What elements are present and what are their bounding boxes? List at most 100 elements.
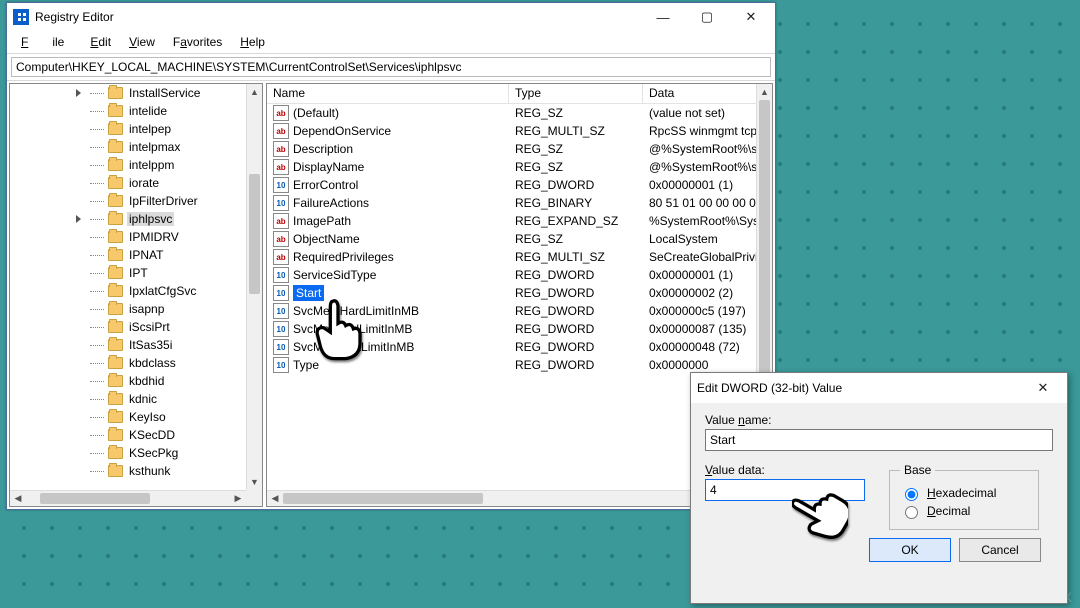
- dialog-close-button[interactable]: ✕: [1021, 374, 1065, 402]
- list-row[interactable]: RequiredPrivilegesREG_MULTI_SZSeCreateGl…: [267, 248, 756, 266]
- tree-horizontal-scrollbar[interactable]: ◀ ▶: [10, 490, 246, 506]
- column-type[interactable]: Type: [509, 84, 643, 103]
- menu-favorites[interactable]: Favorites: [165, 33, 230, 51]
- value-name: ErrorControl: [293, 178, 358, 192]
- list-row[interactable]: TypeREG_DWORD0x0000000: [267, 356, 756, 374]
- value-name: Type: [293, 358, 319, 372]
- tree-item[interactable]: IPNAT: [108, 246, 246, 264]
- edit-dword-dialog: Edit DWORD (32-bit) Value ✕ Value name: …: [690, 372, 1068, 604]
- tree-item[interactable]: kbdclass: [108, 354, 246, 372]
- tree-item[interactable]: IpxlatCfgSvc: [108, 282, 246, 300]
- folder-icon: [108, 303, 123, 315]
- list-row[interactable]: DependOnServiceREG_MULTI_SZRpcSS winmgmt…: [267, 122, 756, 140]
- radio-hexadecimal[interactable]: Hexadecimal: [900, 485, 1028, 501]
- close-button[interactable]: ✕: [729, 3, 773, 31]
- value-data: 0x00000002 (2): [643, 286, 756, 300]
- menu-file[interactable]: File: [13, 33, 80, 51]
- list-row[interactable]: SvcMemSoftLimitInMBREG_DWORD0x00000048 (…: [267, 338, 756, 356]
- tree-item[interactable]: iphlpsvc: [108, 210, 246, 228]
- list-horizontal-scrollbar[interactable]: ◀ ▶: [267, 490, 756, 506]
- folder-icon: [108, 195, 123, 207]
- value-data-label: Value data:: [705, 463, 865, 477]
- list-row[interactable]: ErrorControlREG_DWORD0x00000001 (1): [267, 176, 756, 194]
- scroll-right-icon[interactable]: ▶: [230, 491, 246, 506]
- tree-item[interactable]: KeyIso: [108, 408, 246, 426]
- list-row[interactable]: ObjectNameREG_SZLocalSystem: [267, 230, 756, 248]
- column-data[interactable]: Data: [643, 84, 772, 103]
- scroll-left-icon[interactable]: ◀: [267, 491, 283, 506]
- value-name-input[interactable]: [705, 429, 1053, 451]
- scroll-up-icon[interactable]: ▲: [757, 84, 772, 100]
- tree-item[interactable]: KSecDD: [108, 426, 246, 444]
- tree-item[interactable]: IpFilterDriver: [108, 192, 246, 210]
- folder-icon: [108, 285, 123, 297]
- radio-decimal[interactable]: Decimal: [900, 503, 1028, 519]
- list-row[interactable]: DescriptionREG_SZ@%SystemRoot%\sy: [267, 140, 756, 158]
- value-data: 0x00000001 (1): [643, 268, 756, 282]
- tree-item[interactable]: iScsiPrt: [108, 318, 246, 336]
- menu-edit[interactable]: Edit: [82, 33, 119, 51]
- string-icon: [273, 249, 289, 265]
- tree-item-label: InstallService: [127, 86, 202, 100]
- hex-radio-input[interactable]: [905, 488, 918, 501]
- tree-pane[interactable]: InstallServiceintelideintelpepintelpmaxi…: [9, 83, 263, 507]
- cancel-button[interactable]: Cancel: [959, 538, 1041, 562]
- tree-item[interactable]: ksthunk: [108, 462, 246, 480]
- tree-item[interactable]: kbdhid: [108, 372, 246, 390]
- scroll-up-icon[interactable]: ▲: [247, 84, 262, 100]
- scroll-left-icon[interactable]: ◀: [10, 491, 26, 506]
- base-legend: Base: [900, 463, 935, 477]
- folder-icon: [108, 231, 123, 243]
- tree-item[interactable]: intelppm: [108, 156, 246, 174]
- list-row[interactable]: DisplayNameREG_SZ@%SystemRoot%\sy: [267, 158, 756, 176]
- list-scrollbar-h-thumb[interactable]: [283, 493, 483, 504]
- value-data: 0x0000000: [643, 358, 756, 372]
- column-name[interactable]: Name: [267, 84, 509, 103]
- tree-item-label: iorate: [127, 176, 161, 190]
- value-data: RpcSS winmgmt tcpi: [643, 124, 756, 138]
- list-row[interactable]: SvcMemMidLimitInMBREG_DWORD0x00000087 (1…: [267, 320, 756, 338]
- dword-icon: [273, 267, 289, 283]
- tree-item[interactable]: intelpmax: [108, 138, 246, 156]
- scroll-down-icon[interactable]: ▼: [247, 474, 262, 490]
- list-row[interactable]: ImagePathREG_EXPAND_SZ%SystemRoot%\Syst: [267, 212, 756, 230]
- tree-item[interactable]: iorate: [108, 174, 246, 192]
- maximize-button[interactable]: ▢: [685, 3, 729, 31]
- value-type: REG_BINARY: [509, 196, 643, 210]
- tree-item[interactable]: isapnp: [108, 300, 246, 318]
- menu-help[interactable]: Help: [232, 33, 273, 51]
- list-row[interactable]: ServiceSidTypeREG_DWORD0x00000001 (1): [267, 266, 756, 284]
- list-row[interactable]: SvcMemHardLimitInMBREG_DWORD0x000000c5 (…: [267, 302, 756, 320]
- tree-item-label: kbdhid: [127, 374, 166, 388]
- value-name: DisplayName: [293, 160, 364, 174]
- tree-scrollbar-h-thumb[interactable]: [40, 493, 150, 504]
- tree-item[interactable]: KSecPkg: [108, 444, 246, 462]
- titlebar[interactable]: Registry Editor — ▢ ✕: [7, 3, 775, 31]
- tree-item[interactable]: IPMIDRV: [108, 228, 246, 246]
- list-row[interactable]: StartREG_DWORD0x00000002 (2): [267, 284, 756, 302]
- tree-item[interactable]: InstallService: [108, 84, 246, 102]
- menu-view[interactable]: View: [121, 33, 163, 51]
- ok-button[interactable]: OK: [869, 538, 951, 562]
- address-input[interactable]: [11, 57, 771, 77]
- tree-scrollbar-thumb[interactable]: [249, 174, 260, 294]
- tree-vertical-scrollbar[interactable]: ▲ ▼: [246, 84, 262, 490]
- value-data: 0x00000001 (1): [643, 178, 756, 192]
- minimize-button[interactable]: —: [641, 3, 685, 31]
- tree-item-label: IPNAT: [127, 248, 165, 262]
- tree-item[interactable]: ItSas35i: [108, 336, 246, 354]
- tree-item[interactable]: kdnic: [108, 390, 246, 408]
- value-data-input[interactable]: [705, 479, 865, 501]
- list-row[interactable]: FailureActionsREG_BINARY80 51 01 00 00 0…: [267, 194, 756, 212]
- tree-item[interactable]: intelpep: [108, 120, 246, 138]
- list-header[interactable]: Name Type Data: [267, 84, 772, 104]
- tree-item[interactable]: intelide: [108, 102, 246, 120]
- tree-item-label: KSecPkg: [127, 446, 180, 460]
- folder-icon: [108, 267, 123, 279]
- tree-item[interactable]: IPT: [108, 264, 246, 282]
- dec-radio-input[interactable]: [905, 506, 918, 519]
- value-type: REG_DWORD: [509, 286, 643, 300]
- value-name: FailureActions: [293, 196, 369, 210]
- dialog-titlebar[interactable]: Edit DWORD (32-bit) Value ✕: [691, 373, 1067, 403]
- list-row[interactable]: (Default)REG_SZ(value not set): [267, 104, 756, 122]
